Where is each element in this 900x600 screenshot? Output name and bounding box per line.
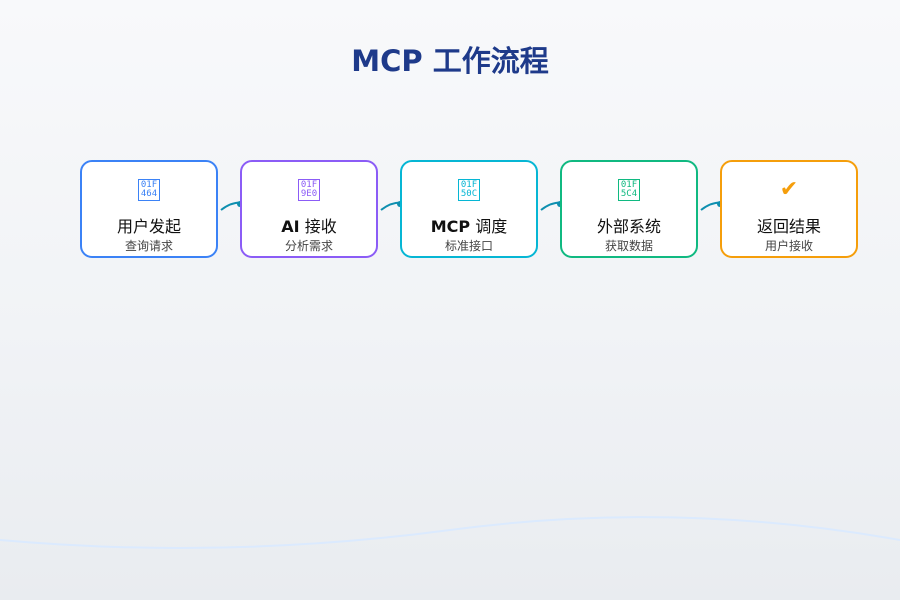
step-description: 标准接口	[444, 239, 493, 253]
check-mark-icon: ✔	[779, 177, 799, 202]
data-chart-icon: 01F 5C4	[562, 178, 696, 202]
step-description: 获取数据	[604, 239, 653, 253]
step-card-external-system: 01F 5C4 外部系统 获取数据	[560, 160, 698, 258]
step-description: 查询请求	[124, 239, 173, 253]
step-card-return-result: ✔ 返回结果 用户接收	[720, 160, 858, 258]
step-card-mcp-dispatch: 01F 50C MCP 调度 标准接口	[400, 160, 538, 258]
page-title: MCP 工作流程	[351, 44, 549, 78]
step-description: 用户接收	[764, 239, 813, 253]
step-label: 用户发起	[116, 217, 181, 236]
step-label: MCP 调度	[430, 217, 508, 236]
step-card-user-request: 01F 464 用户发起 查询请求	[80, 160, 218, 258]
step-label: AI 接收	[281, 217, 337, 236]
wave-line	[0, 516, 900, 549]
step-label: 外部系统	[596, 217, 661, 236]
step-description: 分析需求	[284, 239, 333, 253]
user-icon: 01F 464	[82, 178, 216, 202]
step-card-ai-receive: 01F 9E0 AI 接收 分析需求	[240, 160, 378, 258]
step-label: 返回结果	[756, 217, 821, 236]
plug-icon: 01F 50C	[402, 178, 536, 202]
decorative-wave	[0, 516, 900, 549]
robot-icon: 01F 9E0	[242, 178, 376, 202]
